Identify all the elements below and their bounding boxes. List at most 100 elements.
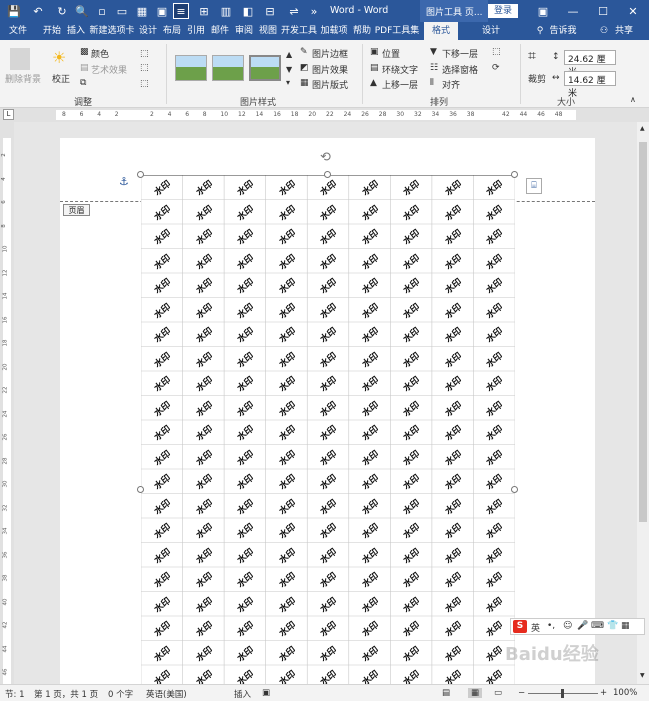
- correct-button[interactable]: 校正: [52, 72, 70, 85]
- art-effect-button[interactable]: 艺术效果: [91, 63, 127, 76]
- bring-forward-button[interactable]: 上移一层: [382, 78, 418, 91]
- paste-icon[interactable]: ▦: [134, 3, 150, 19]
- layout-options-icon[interactable]: ⌸: [526, 178, 542, 194]
- resize-handle[interactable]: [137, 171, 144, 178]
- ime-lang[interactable]: 英: [531, 621, 540, 634]
- tab-selector-icon[interactable]: L: [3, 109, 14, 120]
- skin-icon[interactable]: 👕: [607, 621, 618, 631]
- toolbox-icon[interactable]: ▦: [621, 621, 630, 631]
- zoom-level[interactable]: 100%: [613, 688, 637, 698]
- pic-border-button[interactable]: 图片边框: [312, 47, 348, 60]
- resize-handle[interactable]: [511, 171, 518, 178]
- tab-review[interactable]: 审阅: [232, 22, 256, 40]
- style-thumb-3[interactable]: [249, 55, 281, 81]
- wrap-text-button[interactable]: 环绕文字: [382, 63, 418, 76]
- tell-me[interactable]: 告诉我: [548, 22, 578, 40]
- tab-layout[interactable]: 布局: [160, 22, 184, 40]
- tab-new[interactable]: 新建选项卡: [88, 22, 136, 40]
- section-indicator[interactable]: 节: 1: [5, 688, 24, 700]
- sogou-icon[interactable]: S: [513, 620, 527, 633]
- insert-mode[interactable]: 插入: [234, 688, 251, 700]
- login-button[interactable]: 登录: [488, 4, 518, 18]
- scroll-down-arrow-icon[interactable]: ▼: [640, 672, 645, 679]
- tab-design-2[interactable]: 设计: [474, 22, 508, 40]
- zoom-out-icon[interactable]: −: [518, 688, 525, 698]
- collapse-ribbon-icon[interactable]: ∧: [630, 95, 636, 104]
- selection-pane-button[interactable]: 选择窗格: [442, 63, 478, 76]
- tab-mailings[interactable]: 邮件: [208, 22, 232, 40]
- web-layout-icon[interactable]: ▭: [494, 688, 502, 698]
- language-indicator[interactable]: 英语(美国): [146, 688, 187, 700]
- resize-handle[interactable]: [137, 486, 144, 493]
- compress-pic-icon[interactable]: ⬚: [140, 79, 149, 89]
- tab-view[interactable]: 视图: [256, 22, 280, 40]
- position-button[interactable]: 位置: [382, 47, 400, 60]
- pic-effect-button[interactable]: 图片效果: [312, 63, 348, 76]
- vertical-scrollbar[interactable]: ▲ ▼: [637, 122, 649, 684]
- ribbon-display-icon[interactable]: ▣: [528, 0, 558, 22]
- zoom-in-icon[interactable]: +: [600, 688, 607, 698]
- tab-design[interactable]: 设计: [136, 22, 160, 40]
- columns-icon[interactable]: ▥: [218, 3, 234, 19]
- share-button[interactable]: 共享: [612, 22, 636, 40]
- remove-background-button[interactable]: 删除背景: [5, 72, 41, 85]
- rotate-handle-icon[interactable]: ⟲: [320, 150, 331, 165]
- emoji-icon[interactable]: ☺: [563, 621, 572, 631]
- mic-icon[interactable]: 🎤: [577, 621, 588, 631]
- page-indicator[interactable]: 第 1 页，共 1 页: [34, 688, 98, 700]
- maximize-icon[interactable]: ☐: [588, 0, 618, 22]
- page[interactable]: ⚓ 页眉 水印 水印 水印 水印 水印 水印 水印 水印 水印 水印 水印 水印 水印 水印 水印 水印 水印水…: [60, 138, 595, 684]
- scroll-thumb[interactable]: [639, 142, 647, 522]
- height-input[interactable]: 24.62 厘米: [564, 50, 616, 78]
- pic-layout-button[interactable]: 图片版式: [312, 78, 348, 91]
- tab-help[interactable]: 帮助: [350, 22, 374, 40]
- tab-insert[interactable]: 插入: [64, 22, 88, 40]
- color-button[interactable]: 颜色: [91, 47, 109, 60]
- print-layout-icon[interactable]: ▦: [468, 688, 483, 698]
- lightbulb-icon[interactable]: ⚲: [534, 22, 546, 40]
- read-mode-icon[interactable]: ▤: [442, 688, 450, 698]
- redo-icon[interactable]: ↻: [54, 3, 70, 19]
- style-thumb-2[interactable]: [212, 55, 244, 81]
- format-painter-icon[interactable]: ⇌: [286, 3, 302, 19]
- resize-handle[interactable]: [511, 486, 518, 493]
- layout-icon[interactable]: ◧: [240, 3, 256, 19]
- tab-addins[interactable]: 加载项: [318, 22, 350, 40]
- new-doc-icon[interactable]: ▫: [94, 3, 110, 19]
- style-thumb-1[interactable]: [175, 55, 207, 81]
- open-icon[interactable]: ▭: [114, 3, 130, 19]
- change-picture-icon[interactable]: ⬚: [140, 49, 149, 59]
- gallery-more-icon[interactable]: ▾: [286, 78, 290, 87]
- tab-developer[interactable]: 开发工具: [280, 22, 318, 40]
- rotate-icon[interactable]: ⟳: [492, 63, 500, 73]
- more-icon[interactable]: »: [306, 3, 322, 19]
- macro-icon[interactable]: ▣: [262, 688, 270, 698]
- undo-icon[interactable]: ↶: [30, 3, 46, 19]
- crop-button[interactable]: 裁剪: [528, 72, 546, 85]
- anchor-icon[interactable]: ⚓: [119, 175, 129, 188]
- reset-picture-icon[interactable]: ⬚: [140, 63, 149, 73]
- tab-file[interactable]: 文件: [6, 22, 30, 40]
- minimize-icon[interactable]: —: [558, 0, 588, 22]
- ime-toolbar[interactable]: S 英 •, ☺ 🎤 ⌨ 👕 ▦: [510, 618, 645, 635]
- format-icon[interactable]: ⊟: [262, 3, 278, 19]
- tab-pdf[interactable]: PDF工具集: [374, 22, 420, 40]
- close-icon[interactable]: ✕: [618, 0, 648, 22]
- print-preview-icon[interactable]: 🔍: [74, 3, 90, 19]
- scroll-up-icon[interactable]: ▲: [286, 50, 292, 59]
- send-back-button[interactable]: 下移一层: [442, 47, 478, 60]
- tab-format[interactable]: 格式: [424, 22, 458, 40]
- keyboard-icon[interactable]: ⌨: [591, 621, 604, 631]
- tab-home[interactable]: 开始: [40, 22, 64, 40]
- resize-handle[interactable]: [324, 171, 331, 178]
- save-icon[interactable]: 💾: [6, 3, 22, 19]
- width-input[interactable]: 14.62 厘米: [564, 71, 616, 99]
- punct-icon[interactable]: •,: [547, 621, 555, 631]
- table-icon[interactable]: ⊞: [196, 3, 212, 19]
- align-button[interactable]: 对齐: [442, 78, 460, 91]
- zoom-slider-thumb[interactable]: [561, 689, 564, 698]
- compress-icon[interactable]: ⧉: [80, 78, 86, 88]
- scroll-down-icon[interactable]: ▼: [286, 65, 292, 74]
- quick-print-icon[interactable]: ▣: [154, 3, 170, 19]
- view-icon[interactable]: ≡: [173, 3, 189, 19]
